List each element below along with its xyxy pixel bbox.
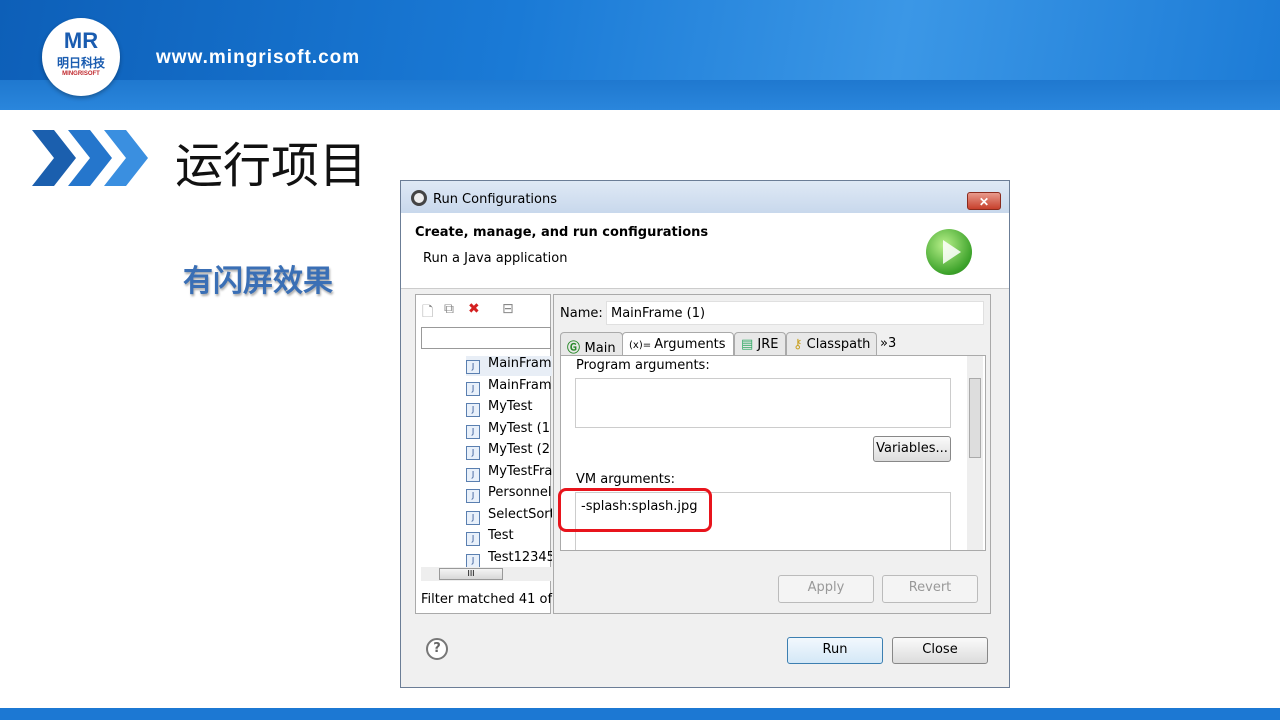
tree-item[interactable]: J Personnel xyxy=(466,485,552,505)
logo-cn: 明日科技 xyxy=(56,56,105,70)
variables-button[interactable]: Variables... xyxy=(873,436,951,462)
tree-item[interactable]: J MainFram xyxy=(466,356,552,376)
program-arguments-label: Program arguments: xyxy=(576,358,710,373)
tree-item-label: Test xyxy=(488,528,514,543)
tree-item[interactable]: J MyTest xyxy=(466,399,552,419)
config-editor-panel: Name: MainFrame (1) Ⓖ Main (x)= Argument… xyxy=(553,294,991,614)
scroll-thumb[interactable] xyxy=(969,378,981,458)
tree-item-label: MyTest xyxy=(488,399,533,414)
chevron-arrows-icon xyxy=(32,130,148,186)
tab-jre[interactable]: ▤ JRE xyxy=(734,332,786,356)
tree-item-label: SelectSort xyxy=(488,506,552,522)
tab-arguments[interactable]: (x)= Arguments xyxy=(622,332,734,356)
arguments-icon: (x)= xyxy=(629,340,655,351)
vertical-scrollbar[interactable] xyxy=(967,356,983,550)
slide-subtitle: 有闪屏效果 xyxy=(183,264,333,299)
name-label: Name: xyxy=(560,306,603,321)
header-subtitle: Run a Java application xyxy=(423,251,568,266)
tab-main[interactable]: Ⓖ Main xyxy=(560,332,623,356)
title-bar: Run Configurations ✕ xyxy=(401,181,1009,213)
dialog-title: Run Configurations xyxy=(433,192,557,207)
header-banner: MR 明日科技 MINGRISOFT www.mingrisoft.com xyxy=(0,0,1280,110)
tree-item-label: Personnel xyxy=(488,485,552,500)
java-class-icon: J xyxy=(466,489,480,503)
tree-item-label: MainFram xyxy=(488,377,552,393)
collapse-all-icon[interactable]: ⊟ xyxy=(502,301,514,317)
apply-button[interactable]: Apply xyxy=(778,575,874,603)
horizontal-scrollbar[interactable]: III xyxy=(421,567,551,581)
java-class-icon: J xyxy=(466,381,480,396)
tree-item-label: MyTest (1 xyxy=(488,420,550,436)
eclipse-icon xyxy=(411,190,427,206)
filter-status: Filter matched 41 of xyxy=(421,592,553,607)
duplicate-icon[interactable]: ⧉ xyxy=(444,301,454,317)
tree-item[interactable]: J MainFram xyxy=(466,378,552,398)
name-field[interactable]: MainFrame (1) xyxy=(606,301,984,325)
java-class-icon: J xyxy=(466,467,480,482)
close-window-button[interactable]: ✕ xyxy=(967,192,1001,210)
footer-bar xyxy=(0,708,1280,720)
scroll-thumb[interactable]: III xyxy=(439,568,503,580)
more-tabs-button[interactable]: »3 xyxy=(874,332,902,356)
logo-en: MINGRISOFT xyxy=(62,71,100,77)
configuration-tree-panel: 🗋 ⧉ ✖ ⊟ J MainFram J MainFram J MyTest J MyTest… xyxy=(415,294,553,614)
revert-button[interactable]: Revert xyxy=(882,575,978,603)
help-button[interactable]: ? xyxy=(426,638,448,660)
tree-item[interactable]: J MyTestFra xyxy=(466,464,552,484)
run-configurations-dialog: Run Configurations ✕ Create, manage, and… xyxy=(400,180,1010,688)
slide-title: 运行项目 xyxy=(175,138,368,194)
tree-item[interactable]: J SelectSort xyxy=(466,507,552,527)
tree-item[interactable]: J MyTest (2 xyxy=(466,442,552,462)
close-button[interactable]: Close xyxy=(892,637,988,664)
run-icon xyxy=(926,229,972,275)
dialog-header: Create, manage, and run configurations R… xyxy=(401,213,1009,289)
main-icon: Ⓖ xyxy=(567,341,585,356)
tab-label: Classpath xyxy=(806,337,871,352)
java-class-icon: J xyxy=(466,360,480,374)
filter-input[interactable] xyxy=(421,327,551,349)
company-logo: MR 明日科技 MINGRISOFT xyxy=(42,18,120,96)
tree-item[interactable]: J Test xyxy=(466,528,552,548)
java-class-icon: J xyxy=(466,446,480,460)
classpath-icon: ⚷ xyxy=(793,337,807,352)
java-class-icon: J xyxy=(466,403,480,417)
java-class-icon: J xyxy=(466,424,480,439)
site-url: www.mingrisoft.com xyxy=(156,47,361,68)
highlight-box xyxy=(558,488,712,532)
java-class-icon: J xyxy=(466,553,480,568)
delete-icon[interactable]: ✖ xyxy=(468,301,480,317)
tree-item-label: MainFram xyxy=(488,356,552,371)
header-title: Create, manage, and run configurations xyxy=(415,225,709,240)
banner-band xyxy=(0,80,1280,110)
logo-mark: MR xyxy=(63,28,99,53)
tab-label: JRE xyxy=(757,337,779,352)
program-arguments-field[interactable] xyxy=(575,378,951,428)
java-class-icon: J xyxy=(466,510,480,525)
run-button[interactable]: Run xyxy=(787,637,883,664)
tab-label: Main xyxy=(584,341,616,356)
tab-label: Arguments xyxy=(654,337,726,352)
jre-icon: ▤ xyxy=(741,337,758,352)
tree-item[interactable]: J MyTest (1 xyxy=(466,421,552,441)
tree-item-label: MyTest (2 xyxy=(488,442,550,457)
java-class-icon: J xyxy=(466,532,480,546)
tab-classpath[interactable]: ⚷ Classpath xyxy=(786,332,878,356)
tree-item-label: MyTestFra xyxy=(488,463,552,479)
new-config-icon[interactable]: 🗋 xyxy=(422,301,433,325)
vm-arguments-label: VM arguments: xyxy=(576,472,675,487)
tree-item-label: Test12345 xyxy=(488,549,552,565)
